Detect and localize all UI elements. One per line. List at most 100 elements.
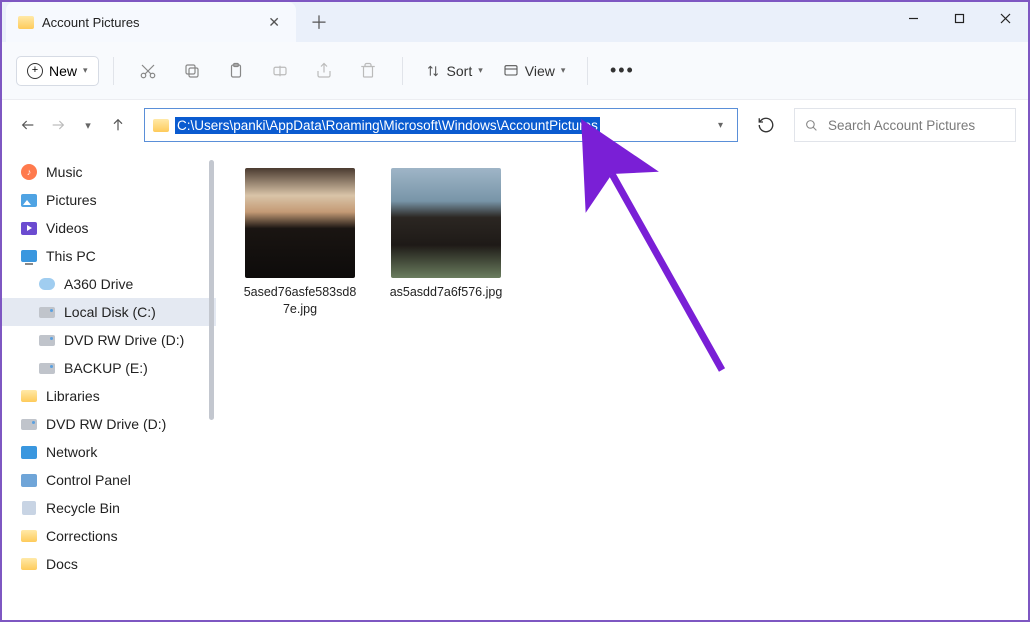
up-button[interactable] bbox=[104, 109, 132, 141]
chevron-down-icon: ▾ bbox=[478, 65, 483, 76]
cut-icon bbox=[139, 62, 157, 80]
sidebar-item-label: DVD RW Drive (D:) bbox=[46, 416, 166, 432]
rename-button[interactable] bbox=[260, 53, 300, 89]
paste-button[interactable] bbox=[216, 53, 256, 89]
sidebar-item[interactable]: Local Disk (C:) bbox=[2, 298, 216, 326]
back-button[interactable] bbox=[14, 109, 42, 141]
sidebar-item-label: Music bbox=[46, 164, 83, 180]
sidebar-item-label: A360 Drive bbox=[64, 276, 133, 292]
chevron-down-icon: ▾ bbox=[85, 119, 91, 132]
separator bbox=[587, 57, 588, 85]
drive-icon bbox=[38, 331, 56, 349]
file-item[interactable]: as5asdd7a6f576.jpg bbox=[386, 168, 506, 301]
cut-button[interactable] bbox=[128, 53, 168, 89]
sort-icon bbox=[425, 63, 441, 79]
pc-icon bbox=[20, 247, 38, 265]
close-tab-button[interactable]: ✕ bbox=[264, 14, 284, 31]
arrow-right-icon bbox=[50, 117, 66, 133]
search-box[interactable] bbox=[794, 108, 1016, 142]
sidebar-item[interactable]: ♪ Music bbox=[2, 158, 216, 186]
delete-icon bbox=[359, 62, 377, 80]
sidebar-item-label: Libraries bbox=[46, 388, 100, 404]
drive-icon bbox=[38, 359, 56, 377]
refresh-button[interactable] bbox=[746, 108, 786, 142]
sidebar-item[interactable]: DVD RW Drive (D:) bbox=[2, 410, 216, 438]
copy-icon bbox=[183, 62, 201, 80]
sidebar-item[interactable]: Videos bbox=[2, 214, 216, 242]
folder-icon bbox=[20, 387, 38, 405]
view-label: View bbox=[525, 63, 555, 79]
scrollbar-thumb[interactable] bbox=[209, 160, 214, 420]
view-icon bbox=[503, 63, 519, 79]
new-button[interactable]: + New ▾ bbox=[16, 56, 99, 86]
address-dropdown-button[interactable]: ▾ bbox=[712, 120, 729, 131]
new-button-label: New bbox=[49, 63, 77, 79]
command-bar: + New ▾ Sort ▾ View ▾ ••• bbox=[2, 42, 1028, 100]
separator bbox=[402, 57, 403, 85]
folder-icon bbox=[20, 555, 38, 573]
sidebar-item[interactable]: Corrections bbox=[2, 522, 216, 550]
new-tab-button[interactable]: ＋ bbox=[296, 9, 342, 35]
delete-button[interactable] bbox=[348, 53, 388, 89]
music-icon: ♪ bbox=[20, 163, 38, 181]
thumbnail bbox=[245, 168, 355, 278]
window-tab[interactable]: Account Pictures ✕ bbox=[6, 2, 296, 42]
more-options-button[interactable]: ••• bbox=[602, 53, 642, 89]
sidebar-item-label: Control Panel bbox=[46, 472, 131, 488]
sort-button[interactable]: Sort ▾ bbox=[417, 53, 491, 89]
sidebar-item-label: Local Disk (C:) bbox=[64, 304, 156, 320]
tab-title: Account Pictures bbox=[42, 15, 256, 30]
title-bar: Account Pictures ✕ ＋ bbox=[2, 2, 1028, 42]
sidebar-item[interactable]: A360 Drive bbox=[2, 270, 216, 298]
sidebar-item[interactable]: Network bbox=[2, 438, 216, 466]
navigation-pane: ♪ Music Pictures Videos This PC A360 Drive Loc… bbox=[2, 150, 216, 620]
maximize-button[interactable] bbox=[936, 2, 982, 34]
maximize-icon bbox=[954, 13, 965, 24]
sidebar-item[interactable]: BACKUP (E:) bbox=[2, 354, 216, 382]
drive-icon bbox=[20, 415, 38, 433]
drive-icon bbox=[38, 303, 56, 321]
minimize-button[interactable] bbox=[890, 2, 936, 34]
forward-button[interactable] bbox=[44, 109, 72, 141]
sidebar-item-label: Recycle Bin bbox=[46, 500, 120, 516]
address-bar[interactable]: C:\Users\panki\AppData\Roaming\Microsoft… bbox=[144, 108, 738, 142]
sidebar-item-label: This PC bbox=[46, 248, 96, 264]
sort-label: Sort bbox=[447, 63, 473, 79]
sidebar-item-label: Pictures bbox=[46, 192, 97, 208]
cloud-icon bbox=[38, 275, 56, 293]
thumbnail bbox=[391, 168, 501, 278]
sidebar-item-label: DVD RW Drive (D:) bbox=[64, 332, 184, 348]
chevron-down-icon: ▾ bbox=[83, 65, 88, 76]
sidebar-item-label: Corrections bbox=[46, 528, 118, 544]
paste-icon bbox=[227, 62, 245, 80]
recent-locations-button[interactable]: ▾ bbox=[74, 109, 102, 141]
file-item[interactable]: 5ased76asfe583sd87e.jpg bbox=[240, 168, 360, 318]
view-button[interactable]: View ▾ bbox=[495, 53, 574, 89]
sidebar-item[interactable]: Recycle Bin bbox=[2, 494, 216, 522]
separator bbox=[113, 57, 114, 85]
close-window-button[interactable] bbox=[982, 2, 1028, 34]
arrow-up-icon bbox=[110, 117, 126, 133]
sidebar-item[interactable]: Pictures bbox=[2, 186, 216, 214]
search-input[interactable] bbox=[828, 118, 1005, 133]
rename-icon bbox=[271, 62, 289, 80]
sidebar-item[interactable]: DVD RW Drive (D:) bbox=[2, 326, 216, 354]
sidebar-item-label: Network bbox=[46, 444, 97, 460]
file-name: as5asdd7a6f576.jpg bbox=[390, 284, 503, 301]
main-area: ♪ Music Pictures Videos This PC A360 Drive Loc… bbox=[2, 150, 1028, 620]
share-button[interactable] bbox=[304, 53, 344, 89]
scrollbar-track[interactable] bbox=[202, 150, 216, 620]
sidebar-item[interactable]: Libraries bbox=[2, 382, 216, 410]
navigation-row: ▾ C:\Users\panki\AppData\Roaming\Microso… bbox=[2, 100, 1028, 150]
search-icon bbox=[805, 118, 818, 133]
sidebar-item[interactable]: This PC bbox=[2, 242, 216, 270]
folder-icon bbox=[18, 16, 34, 29]
bin-icon bbox=[20, 499, 38, 517]
sidebar-item-label: Docs bbox=[46, 556, 78, 572]
sidebar-item-label: BACKUP (E:) bbox=[64, 360, 148, 376]
pictures-icon bbox=[20, 191, 38, 209]
chevron-down-icon: ▾ bbox=[561, 65, 566, 76]
copy-button[interactable] bbox=[172, 53, 212, 89]
sidebar-item[interactable]: Control Panel bbox=[2, 466, 216, 494]
sidebar-item[interactable]: Docs bbox=[2, 550, 216, 578]
